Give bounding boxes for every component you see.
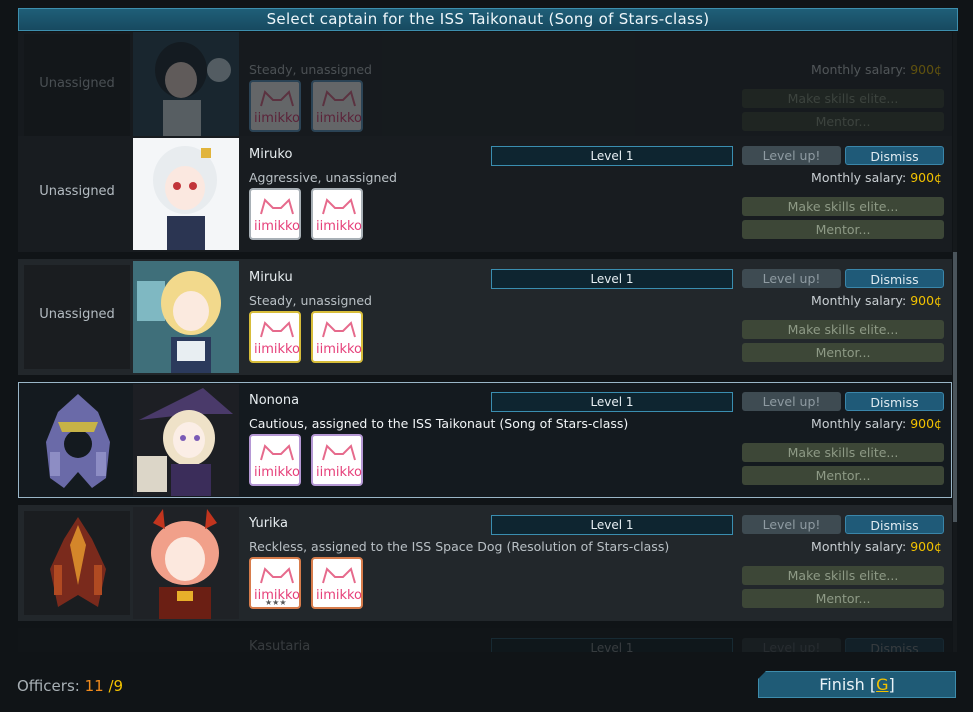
svg-text:iimikko: iimikko: [254, 465, 300, 480]
officer-description: Aggressive, unassigned: [249, 170, 397, 185]
cat-logo-icon: iimikko: [254, 444, 300, 480]
star-rating-icon: ★★★: [265, 598, 287, 607]
make-skills-elite-button[interactable]: Make skills elite...: [742, 566, 944, 585]
officer-portrait: [133, 138, 239, 250]
officer-description: Steady, unassigned: [249, 62, 372, 77]
officer-name: Nonona: [249, 393, 300, 408]
captain-select-dialog: Select captain for the ISS Taikonaut (So…: [0, 0, 973, 712]
officer-row[interactable]: Kasutaria Level 1 Level up! Dismiss: [18, 628, 952, 652]
level-up-button[interactable]: Level up!: [742, 146, 841, 165]
cat-logo-icon: iimikko: [254, 198, 300, 234]
dismiss-button[interactable]: Dismiss: [845, 146, 944, 165]
scrollbar-thumb[interactable]: [953, 252, 957, 522]
finish-button[interactable]: Finish [G]: [758, 671, 956, 698]
ship-icon: [50, 517, 106, 607]
officer-description: Cautious, assigned to the ISS Taikonaut …: [249, 416, 629, 431]
ship-slot: Unassigned: [24, 142, 130, 246]
skill-badge[interactable]: iimikko: [249, 80, 301, 132]
officer-name: Miruko: [249, 147, 293, 162]
dismiss-button[interactable]: Dismiss: [845, 515, 944, 534]
ship-slot: [24, 388, 130, 492]
svg-text:iimikko: iimikko: [316, 111, 362, 126]
officer-name: Yurika: [249, 516, 288, 531]
skill-badge[interactable]: iimikko ★★★: [249, 557, 301, 609]
skill-badge[interactable]: iimikko: [249, 311, 301, 363]
skill-badge[interactable]: iimikko: [311, 188, 363, 240]
officer-row[interactable]: Unassigned Miruko Aggressive, unassigned…: [18, 136, 952, 252]
officer-row-selected[interactable]: Nonona Cautious, assigned to the ISS Tai…: [18, 382, 952, 498]
svg-text:iimikko: iimikko: [316, 219, 362, 234]
mentor-button[interactable]: Mentor...: [742, 220, 944, 239]
cat-logo-icon: iimikko: [254, 321, 300, 357]
officer-portrait: [133, 384, 239, 496]
officer-portrait: [133, 32, 239, 142]
officer-description: Reckless, assigned to the ISS Space Dog …: [249, 539, 670, 554]
mentor-button[interactable]: Mentor...: [742, 466, 944, 485]
skill-badge[interactable]: iimikko: [311, 557, 363, 609]
monthly-salary: Monthly salary: 900¢: [811, 62, 942, 77]
level-up-button[interactable]: Level up!: [742, 638, 841, 652]
officer-row[interactable]: Yurika Reckless, assigned to the ISS Spa…: [18, 505, 952, 621]
monthly-salary: Monthly salary: 900¢: [811, 539, 942, 554]
ship-slot-label: Unassigned: [39, 76, 115, 91]
level-up-button[interactable]: Level up!: [742, 392, 841, 411]
make-skills-elite-button[interactable]: Make skills elite...: [742, 197, 944, 216]
mentor-button[interactable]: Mentor...: [742, 112, 944, 131]
ship-slot: Unassigned: [24, 265, 130, 369]
ship-slot-label: Unassigned: [39, 307, 115, 322]
level-up-button[interactable]: Level up!: [742, 515, 841, 534]
cat-logo-icon: iimikko: [316, 90, 362, 126]
officer-name: Miruku: [249, 270, 293, 285]
cat-logo-icon: iimikko: [254, 90, 300, 126]
dismiss-button[interactable]: Dismiss: [845, 269, 944, 288]
level-indicator: Level 1: [491, 269, 733, 289]
monthly-salary: Monthly salary: 900¢: [811, 170, 942, 185]
dismiss-button[interactable]: Dismiss: [845, 392, 944, 411]
level-indicator: Level 1: [491, 392, 733, 412]
mentor-button[interactable]: Mentor...: [742, 343, 944, 362]
skill-badge[interactable]: iimikko: [311, 434, 363, 486]
officer-row[interactable]: Unassigned Steady, unassigned iimikko ii…: [18, 32, 952, 144]
make-skills-elite-button[interactable]: Make skills elite...: [742, 320, 944, 339]
dialog-title: Select captain for the ISS Taikonaut (So…: [18, 8, 958, 31]
monthly-salary: Monthly salary: 900¢: [811, 293, 942, 308]
level-indicator: Level 1: [491, 515, 733, 535]
skill-badge[interactable]: iimikko: [311, 311, 363, 363]
officer-name: Kasutaria: [249, 639, 311, 652]
monthly-salary: Monthly salary: 900¢: [811, 416, 942, 431]
cat-logo-icon: iimikko: [316, 321, 362, 357]
ship-slot-label: Unassigned: [39, 184, 115, 199]
ship-slot: Unassigned: [24, 34, 130, 138]
officer-description: Steady, unassigned: [249, 293, 372, 308]
level-indicator: Level 1: [491, 146, 733, 166]
cat-logo-icon: iimikko: [316, 567, 362, 603]
officer-row[interactable]: Unassigned Miruku Steady, unassigned iim…: [18, 259, 952, 375]
list-scrollbar[interactable]: [953, 32, 957, 652]
skill-badge[interactable]: iimikko: [249, 434, 301, 486]
officer-list: Unassigned Steady, unassigned iimikko ii…: [18, 32, 952, 652]
svg-text:iimikko: iimikko: [254, 111, 300, 126]
skill-badge[interactable]: iimikko: [249, 188, 301, 240]
svg-text:iimikko: iimikko: [254, 219, 300, 234]
level-indicator: Level 1: [491, 638, 733, 652]
ship-slot: [24, 511, 130, 615]
ship-icon: [46, 394, 110, 488]
officer-portrait: [133, 261, 239, 373]
cat-logo-icon: iimikko: [316, 198, 362, 234]
make-skills-elite-button[interactable]: Make skills elite...: [742, 89, 944, 108]
skill-badge[interactable]: iimikko: [311, 80, 363, 132]
svg-text:iimikko: iimikko: [254, 342, 300, 357]
dismiss-button[interactable]: Dismiss: [845, 638, 944, 652]
mentor-button[interactable]: Mentor...: [742, 589, 944, 608]
cat-logo-icon: iimikko: [316, 444, 362, 480]
svg-text:iimikko: iimikko: [316, 588, 362, 603]
officer-portrait: [133, 507, 239, 619]
officers-count: Officers: 11 /9: [17, 677, 124, 695]
make-skills-elite-button[interactable]: Make skills elite...: [742, 443, 944, 462]
level-up-button[interactable]: Level up!: [742, 269, 841, 288]
svg-text:iimikko: iimikko: [316, 342, 362, 357]
svg-text:iimikko: iimikko: [316, 465, 362, 480]
